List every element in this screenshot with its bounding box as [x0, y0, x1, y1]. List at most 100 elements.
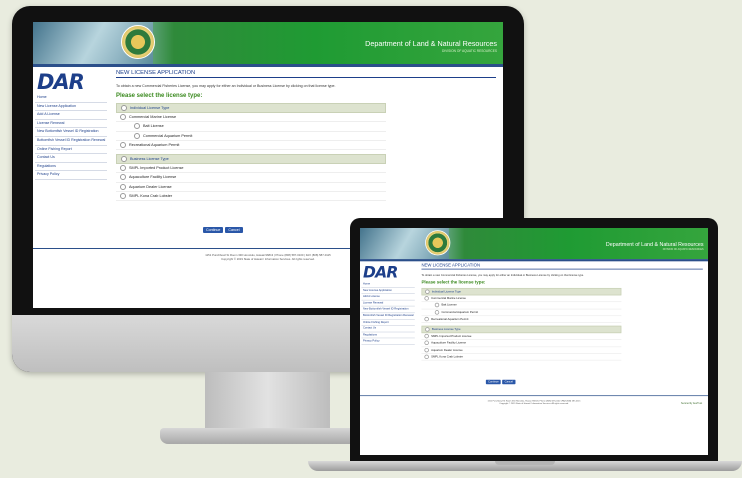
radio-icon[interactable]	[120, 183, 126, 190]
cancel-button[interactable]: Cancel	[502, 379, 516, 385]
license-option-label: Commercial Aquarium Permit	[441, 310, 479, 314]
business-license-header: Business License Type	[421, 325, 622, 334]
footer-copyright: Copyright © 2019 State of Hawaii / Infor…	[499, 401, 569, 405]
individual-license-group: Individual License Type Commercial Marin…	[116, 103, 386, 151]
division-subtitle: DIVISION OF AQUATIC RESOURCES	[441, 49, 497, 53]
radio-icon[interactable]	[424, 316, 429, 322]
license-option-kona-crab[interactable]: SMPL Kona Crab Lobster	[421, 354, 622, 361]
department-title: Department of Land & Natural Resources	[365, 39, 497, 48]
sidebar-item-contact[interactable]: Contact Us	[35, 154, 107, 163]
intro-text: To obtain a new Commercial Fisheries Lic…	[116, 84, 336, 88]
radio-icon[interactable]	[434, 303, 440, 308]
radio-icon[interactable]	[424, 347, 429, 353]
license-option-aquarium-dealer[interactable]: Aquarium Dealer License	[421, 347, 622, 354]
select-heading: Please select the license type:	[116, 93, 203, 99]
group-header-label: Individual License Type	[130, 106, 170, 110]
department-title: Department of Land & Natural Resources	[605, 240, 704, 248]
license-option-label: SMPL Imported Product License	[431, 334, 472, 338]
sidebar-item-vessel-registration[interactable]: New Bottomfish Vessel ID Registration	[35, 128, 107, 137]
sidebar-nav: Home New License Application Add A Licen…	[35, 94, 107, 180]
select-heading: Please select the license type:	[421, 280, 486, 286]
radio-icon[interactable]	[120, 114, 126, 120]
license-option-label: Commercial Aquarium Permit	[143, 133, 193, 138]
license-option-label: Commercial Marine License	[431, 296, 466, 300]
license-option-label: SMPL Kona Crab Lobster	[431, 355, 464, 359]
sidebar-item-privacy[interactable]: Privacy Policy	[361, 339, 415, 345]
desktop-monitor-stand	[205, 372, 330, 432]
ssl-badge[interactable]: Secured by GeoTrust	[681, 402, 702, 405]
license-option-bait[interactable]: Bait License	[116, 122, 386, 132]
license-option-commercial-aquarium[interactable]: Commercial Aquarium Permit	[421, 309, 622, 317]
radio-icon[interactable]	[424, 296, 429, 301]
license-option-label: Aquarium Dealer License	[129, 184, 172, 189]
sidebar-item-vessel-renewal[interactable]: Bottomfish Vessel ID Registration Renewa…	[35, 137, 107, 146]
form-buttons: Continue Cancel	[485, 373, 517, 386]
individual-license-header: Individual License Type	[421, 287, 622, 296]
sidebar-item-renewal[interactable]: License Renewal	[35, 120, 107, 129]
group-header-label: Individual License Type	[431, 290, 461, 294]
license-option-kona-crab[interactable]: SMPL Kona Crab Lobster	[116, 192, 386, 202]
individual-license-header: Individual License Type	[116, 103, 386, 113]
license-option-label: SMPL Imported Product License	[129, 166, 184, 171]
license-option-aquaculture[interactable]: Aquaculture Facility License	[116, 173, 386, 183]
radio-icon[interactable]	[121, 105, 127, 111]
radio-icon[interactable]	[134, 132, 140, 139]
radio-icon[interactable]	[120, 141, 126, 148]
radio-icon[interactable]	[425, 327, 430, 332]
license-option-aquarium-dealer[interactable]: Aquarium Dealer License	[116, 183, 386, 193]
radio-icon[interactable]	[120, 165, 126, 172]
sidebar-nav: Home New License Application Add A Licen…	[361, 281, 415, 345]
license-option-smpl-imported[interactable]: SMPL Imported Product License	[421, 333, 622, 341]
sidebar-item-fishing-report[interactable]: Online Fishing Report	[35, 146, 107, 155]
continue-button[interactable]: Continue	[485, 379, 501, 385]
page-title: NEW LICENSE APPLICATION	[421, 264, 703, 270]
business-license-group: Business License Type SMPL Imported Prod…	[421, 325, 622, 361]
license-option-bait[interactable]: Bait License	[421, 302, 622, 310]
individual-license-group: Individual License Type Commercial Marin…	[421, 287, 622, 323]
radio-icon[interactable]	[120, 193, 126, 200]
header-banner: Department of Land & Natural Resources D…	[360, 228, 708, 260]
main-content: NEW LICENSE APPLICATION To obtain a new …	[116, 70, 496, 202]
radio-icon[interactable]	[425, 289, 430, 294]
header-divider	[360, 259, 708, 262]
footer-divider	[360, 395, 708, 397]
sidebar-item-vessel-renewal[interactable]: Bottomfish Vessel ID Registration Renewa…	[361, 313, 415, 320]
sidebar-item-new-license[interactable]: New License Application	[35, 103, 107, 112]
license-option-commercial-aquarium[interactable]: Commercial Aquarium Permit	[116, 132, 386, 141]
license-option-label: Aquaculture Facility License	[431, 341, 467, 345]
license-option-recreational-aquarium[interactable]: Recreational Aquarium Permit	[116, 141, 386, 151]
radio-icon[interactable]	[134, 123, 140, 130]
continue-button[interactable]: Continue	[203, 227, 224, 233]
license-option-commercial-marine[interactable]: Commercial Marine License	[116, 113, 386, 123]
intro-text: To obtain a new Commercial Fisheries Lic…	[421, 273, 584, 277]
page-title: NEW LICENSE APPLICATION	[116, 70, 496, 78]
license-option-label: Commercial Marine License	[129, 115, 177, 119]
cancel-button[interactable]: Cancel	[225, 227, 243, 233]
license-option-recreational-aquarium[interactable]: Recreational Aquarium Permit	[421, 316, 622, 323]
radio-icon[interactable]	[434, 309, 440, 315]
radio-icon[interactable]	[120, 174, 126, 181]
group-header-label: Business License Type	[130, 157, 169, 162]
main-content: NEW LICENSE APPLICATION To obtain a new …	[421, 264, 703, 361]
dar-logo[interactable]: DAR	[37, 70, 97, 94]
sidebar-item-regulations[interactable]: Regulations	[35, 163, 107, 172]
license-option-label: Recreational Aquarium Permit	[431, 317, 469, 321]
radio-icon[interactable]	[424, 334, 429, 339]
state-seal-icon	[121, 25, 155, 59]
division-subtitle: DIVISION OF AQUATIC RESOURCES	[662, 247, 704, 251]
laptop-screen: Department of Land & Natural Resources D…	[360, 228, 708, 455]
radio-icon[interactable]	[121, 156, 127, 163]
header-divider	[33, 64, 503, 67]
sidebar-item-home[interactable]: Home	[35, 94, 107, 103]
license-option-label: SMPL Kona Crab Lobster	[129, 194, 173, 199]
license-option-smpl-imported[interactable]: SMPL Imported Product License	[116, 164, 386, 174]
radio-icon[interactable]	[424, 340, 429, 346]
license-option-label: Aquarium Dealer License	[431, 348, 463, 352]
license-option-commercial-marine[interactable]: Commercial Marine License	[421, 295, 622, 303]
radio-icon[interactable]	[424, 354, 429, 360]
dar-logo[interactable]: DAR	[363, 264, 407, 282]
sidebar-item-add-license[interactable]: Add A License	[35, 111, 107, 120]
business-license-group: Business License Type SMPL Imported Prod…	[116, 154, 386, 202]
license-option-aquaculture[interactable]: Aquaculture Facility License	[421, 340, 622, 348]
sidebar-item-privacy[interactable]: Privacy Policy	[35, 171, 107, 180]
